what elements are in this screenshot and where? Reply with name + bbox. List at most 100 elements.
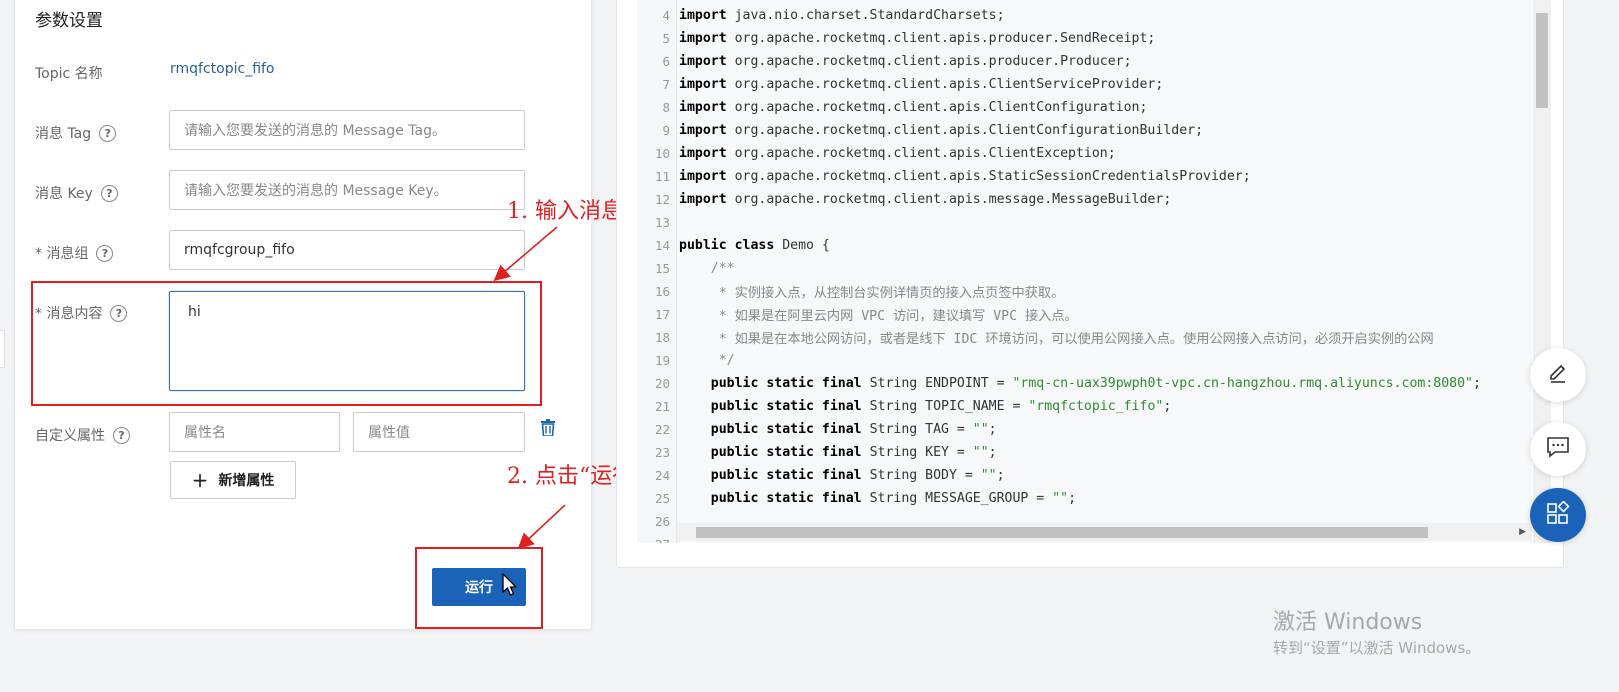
horizontal-scroll-thumb[interactable] (696, 527, 1428, 538)
line-number: 24 (654, 468, 670, 483)
line-number: 5 (662, 31, 670, 46)
line-number: 14 (654, 238, 670, 253)
line-number: 27 (637, 537, 670, 543)
feedback-icon (1546, 436, 1570, 462)
code-text: public class Demo { (679, 238, 830, 253)
code-token: org.apache.rocketmq.client.apis.ClientCo… (726, 100, 1148, 115)
code-token: import (679, 123, 727, 138)
code-token: /** (679, 261, 735, 276)
code-token: org.apache.rocketmq.client.apis.StaticSe… (726, 169, 1251, 184)
line-number: 18 (654, 330, 670, 345)
code-token: ; (1068, 491, 1077, 506)
trash-icon[interactable] (541, 419, 555, 440)
message-tag-input[interactable]: 请输入您要发送的消息的 Message Tag。 (169, 110, 525, 150)
code-text: import org.apache.rocketmq.client.apis.m… (679, 192, 1171, 207)
code-line: 24 public static final String BODY = ""; (637, 464, 1005, 487)
code-text: public static final String KEY = ""; (679, 445, 997, 460)
topic-label-text: Topic 名称 (35, 66, 103, 82)
code-line: 20 public static final String ENDPOINT =… (637, 372, 1481, 395)
code-line: 18 * 如果是在本地公网访问，或者是线下 IDC 环境访问，可以使用公网接入点… (637, 326, 1434, 349)
code-line: 4 import java.nio.charset.StandardCharset… (637, 4, 1005, 27)
code-token: public static final (679, 422, 862, 437)
code-text: * 如果是在阿里云内网 VPC 访问，建议填写 VPC 接入点。 (679, 305, 1078, 324)
help-icon[interactable]: ? (99, 124, 117, 142)
code-token: "" (972, 445, 989, 460)
code-line: 5 import org.apache.rocketmq.client.apis.… (637, 27, 1155, 50)
highlight-box-content (31, 281, 542, 406)
code-token: "rmq-cn-uax39pwph0t-vpc.cn-hangzhou.rmq.… (1012, 376, 1473, 391)
code-token: * 如果是在阿里云内网 VPC 访问，建议填写 VPC 接入点。 (679, 309, 1078, 324)
code-line: 10 import org.apache.rocketmq.client.apis… (637, 142, 1116, 165)
code-line: 21 public static final String TOPIC_NAME… (637, 395, 1171, 418)
code-token: * 如果是在本地公网访问，或者是线下 IDC 环境访问，可以使用公网接入点。使用… (679, 332, 1434, 347)
message-group-input[interactable]: rmqfcgroup_fifo (169, 230, 525, 270)
code-token: public static final (679, 376, 862, 391)
line-number: 6 (662, 54, 670, 69)
code-token: import (679, 8, 727, 23)
line-number: 15 (654, 261, 670, 276)
code-line: 11 import org.apache.rocketmq.client.apis… (637, 165, 1251, 188)
apps-button[interactable] (1530, 488, 1586, 542)
code-text: import org.apache.rocketmq.client.apis.C… (679, 146, 1116, 161)
key-label-text: 消息 Key (35, 186, 93, 202)
code-text: public static final String TOPIC_NAME = … (679, 399, 1172, 414)
help-icon[interactable]: ? (113, 426, 130, 444)
code-token: public static final (679, 491, 862, 506)
feedback-button[interactable] (1530, 422, 1586, 476)
plus-icon: + (191, 468, 209, 492)
help-icon[interactable]: ? (96, 244, 114, 262)
help-icon[interactable]: ? (100, 184, 118, 202)
scroll-right-arrow-icon[interactable]: ▶ (1519, 527, 1526, 537)
code-text: import org.apache.rocketmq.client.apis.S… (679, 169, 1251, 184)
code-line: 7 import org.apache.rocketmq.client.apis.… (637, 73, 1163, 96)
code-text: /** (679, 261, 735, 276)
code-token: import (679, 169, 727, 184)
code-token: java.nio.charset.StandardCharsets; (726, 8, 1005, 23)
code-token: String ENDPOINT = (861, 376, 1013, 391)
edit-button[interactable] (1530, 348, 1586, 402)
code-line: 12 import org.apache.rocketmq.client.apis… (637, 188, 1171, 211)
line-number: 13 (654, 215, 670, 230)
vertical-scroll-thumb[interactable] (1536, 13, 1548, 108)
code-line: 8 import org.apache.rocketmq.client.apis.… (637, 96, 1147, 119)
code-token: "" (972, 422, 989, 437)
code-token: ; (1472, 376, 1481, 391)
code-token: ; (988, 422, 997, 437)
code-line: 15 /** (637, 257, 735, 280)
code-line: 25 public static final String MESSAGE_GR… (637, 487, 1076, 510)
code-line: 16 * 实例接入点，从控制台实例详情页的接入点页签中获取。 (637, 280, 1064, 303)
code-token: ; (988, 445, 997, 460)
code-token: import (679, 100, 727, 115)
code-token: import (679, 192, 727, 207)
tag-label-text: 消息 Tag (35, 126, 92, 142)
topic-value: rmqfctopic_fifo (170, 61, 275, 77)
code-line: 19 */ (637, 349, 735, 372)
line-number: 9 (662, 123, 670, 138)
highlight-box-run (415, 547, 543, 629)
horizontal-scrollbar[interactable]: ▶ (677, 523, 1532, 541)
code-text: public static final String TAG = ""; (679, 422, 997, 437)
code-text: public static final String ENDPOINT = "r… (679, 376, 1481, 391)
add-attribute-button[interactable]: + 新增属性 (170, 461, 296, 499)
message-tag-placeholder: 请输入您要发送的消息的 Message Tag。 (184, 123, 446, 139)
attr-name-input[interactable]: 属性名 (169, 412, 340, 452)
code-text: */ (679, 353, 735, 368)
custom-attr-label: 自定义属性 ? (35, 425, 130, 445)
tag-label: 消息 Tag ? (35, 123, 117, 143)
message-key-input[interactable]: 请输入您要发送的消息的 Message Key。 (169, 170, 525, 210)
line-number: 21 (654, 399, 670, 414)
group-label-text: * 消息组 (35, 246, 89, 262)
windows-activation-subtitle: 转到“设置”以激活 Windows。 (1273, 639, 1481, 657)
line-number: 7 (662, 77, 670, 92)
add-attribute-label: 新增属性 (218, 473, 275, 489)
side-collapse-tab[interactable] (0, 330, 5, 368)
code-token: public static final (679, 399, 862, 414)
code-line: 14 public class Demo { (637, 234, 830, 257)
line-number: 22 (654, 422, 670, 437)
attr-name-placeholder: 属性名 (184, 425, 226, 441)
code-text: import org.apache.rocketmq.client.apis.p… (679, 31, 1155, 46)
code-editor[interactable]: 4 import java.nio.charset.StandardCharset… (637, 0, 1532, 543)
code-token: import (679, 146, 727, 161)
attr-value-input[interactable]: 属性值 (353, 412, 525, 452)
line-number: 20 (654, 376, 670, 391)
